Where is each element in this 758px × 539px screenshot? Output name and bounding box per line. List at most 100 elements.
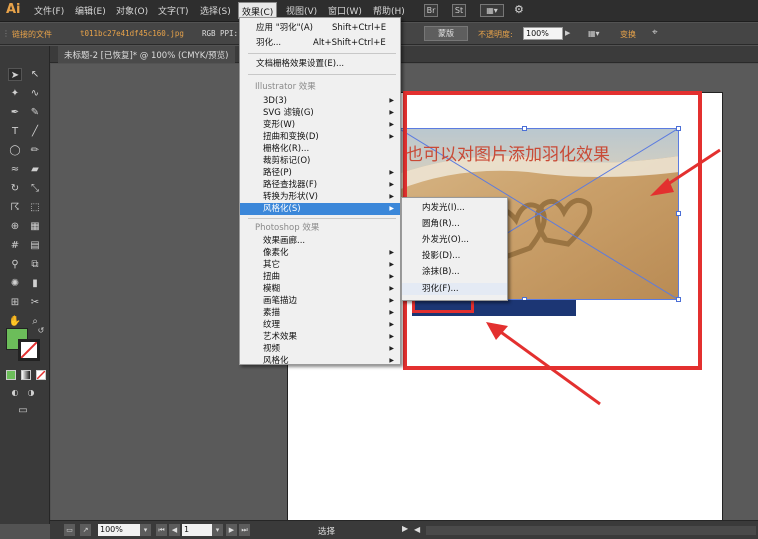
isolate-icon[interactable]: ⌖: [652, 27, 658, 38]
menu-stylize-illustrator[interactable]: 风格化(S) ▶: [240, 203, 400, 215]
zoom-input[interactable]: 100%: [98, 524, 140, 536]
menu-drop-shadow[interactable]: 投影(D)...: [402, 250, 507, 262]
brush-tool-icon[interactable]: ≈: [8, 163, 22, 176]
menu-effect-gallery[interactable]: 效果画廊...: [240, 235, 400, 247]
eraser-icon[interactable]: ▰: [28, 163, 42, 176]
rotate-tool-icon[interactable]: ↻: [8, 182, 22, 195]
eyedropper-icon[interactable]: ⚲: [8, 258, 22, 271]
free-transform-icon[interactable]: ⬚: [28, 201, 42, 214]
artboard-nav-icon[interactable]: ▭: [64, 524, 75, 536]
slice-tool-icon[interactable]: ✂: [28, 296, 42, 309]
menu-distort[interactable]: 扭曲 ▶: [240, 271, 400, 283]
type-tool-icon[interactable]: T: [8, 125, 22, 138]
stock-button[interactable]: St: [452, 4, 466, 17]
menu-scribble[interactable]: 涂抹(B)...: [402, 266, 507, 278]
linked-file-label[interactable]: 链接的文件: [12, 29, 52, 40]
opacity-arrow-icon[interactable]: ▶: [565, 29, 570, 37]
menu-sketch[interactable]: 素描 ▶: [240, 307, 400, 319]
stroke-swatch[interactable]: [18, 339, 40, 361]
color-mode-icon[interactable]: [6, 370, 16, 380]
transform-label[interactable]: 变换: [620, 29, 636, 40]
blend-tool-icon[interactable]: ⧉: [28, 258, 42, 271]
menu-path[interactable]: 路径(P) ▶: [240, 167, 400, 179]
menu-raster-settings[interactable]: 文档栅格效果设置(E)...: [240, 58, 400, 70]
artboard-tool-icon[interactable]: ⊞: [8, 296, 22, 309]
line-tool-icon[interactable]: ╱: [28, 125, 42, 138]
linked-file-name[interactable]: t011bc27e41df45c160.jpg: [80, 29, 184, 38]
menu-convert-to-shape[interactable]: 转换为形状(V) ▶: [240, 191, 400, 203]
last-page-icon[interactable]: ⏭: [239, 524, 250, 536]
menu-stylize-photoshop[interactable]: 风格化 ▶: [240, 355, 400, 367]
direct-selection-icon[interactable]: ↖: [28, 68, 42, 81]
status-arrow-icon[interactable]: ▶: [402, 524, 408, 533]
align-icon[interactable]: ▦▾: [588, 29, 600, 38]
mask-button[interactable]: 蒙版: [424, 26, 468, 41]
graph-tool-icon[interactable]: ▮: [28, 277, 42, 290]
scale-tool-icon[interactable]: ⤡: [28, 182, 42, 195]
warp-tool-icon[interactable]: ☈: [8, 201, 22, 214]
menu-svg-filters[interactable]: SVG 滤镜(G) ▶: [240, 107, 400, 119]
scroll-left-icon[interactable]: ◀: [414, 525, 420, 534]
draw-normal-icon[interactable]: ◐: [8, 386, 22, 399]
mesh-tool-icon[interactable]: #: [8, 239, 22, 252]
horizontal-scrollbar[interactable]: [426, 526, 756, 535]
zoom-dropdown-icon[interactable]: ▾: [140, 524, 151, 536]
menu-texture[interactable]: 纹理 ▶: [240, 319, 400, 331]
none-mode-icon[interactable]: [36, 370, 46, 380]
prev-page-icon[interactable]: ◀: [169, 524, 180, 536]
document-tab[interactable]: 未标题-2 [已恢复]* @ 100% (CMYK/预览): [58, 46, 235, 63]
first-page-icon[interactable]: ⏮: [156, 524, 167, 536]
menu-round-corners[interactable]: 圆角(R)...: [402, 218, 507, 230]
pencil-tool-icon[interactable]: ✏: [28, 144, 42, 157]
opacity-label[interactable]: 不透明度:: [478, 29, 513, 40]
menu-blur[interactable]: 模糊 ▶: [240, 283, 400, 295]
menu-outer-glow[interactable]: 外发光(O)...: [402, 234, 507, 246]
menu-brush-strokes[interactable]: 画笔描边 ▶: [240, 295, 400, 307]
menu-type[interactable]: 文字(T): [158, 4, 189, 17]
menu-inner-glow[interactable]: 内发光(I)...: [402, 202, 507, 214]
ellipse-tool-icon[interactable]: ◯: [8, 144, 22, 157]
swap-fill-stroke-icon[interactable]: ↺: [34, 324, 48, 337]
selection-tool-icon[interactable]: ➤: [8, 68, 22, 81]
magic-wand-icon[interactable]: ✦: [8, 87, 22, 100]
gradient-mode-icon[interactable]: [21, 370, 31, 380]
menu-warp[interactable]: 变形(W) ▶: [240, 119, 400, 131]
menu-edit[interactable]: 编辑(E): [75, 4, 106, 17]
menu-apply-feather[interactable]: 应用 "羽化"(A) Shift+Ctrl+E: [240, 22, 400, 34]
share-icon[interactable]: ↗: [80, 524, 91, 536]
menu-3d[interactable]: 3D(3) ▶: [240, 95, 400, 107]
menu-help[interactable]: 帮助(H): [373, 4, 405, 17]
screen-mode-icon[interactable]: ▭: [16, 404, 30, 417]
menu-pixelate[interactable]: 像素化 ▶: [240, 247, 400, 259]
page-dropdown-icon[interactable]: ▾: [212, 524, 223, 536]
perspective-grid-icon[interactable]: ▦: [28, 220, 42, 233]
arrange-documents-icon[interactable]: ▦▾: [480, 4, 504, 17]
next-page-icon[interactable]: ▶: [226, 524, 237, 536]
menu-feather[interactable]: 羽化... Alt+Shift+Ctrl+E: [240, 37, 400, 49]
page-input[interactable]: 1: [182, 524, 212, 536]
bridge-button[interactable]: Br: [424, 4, 438, 17]
draw-behind-icon[interactable]: ◑: [24, 386, 38, 399]
menu-artistic[interactable]: 艺术效果 ▶: [240, 331, 400, 343]
hand-tool-icon[interactable]: ✋: [8, 315, 22, 328]
symbol-sprayer-icon[interactable]: ✺: [8, 277, 22, 290]
menu-view[interactable]: 视图(V): [286, 4, 317, 17]
menu-distort-transform[interactable]: 扭曲和变换(D) ▶: [240, 131, 400, 143]
menu-select[interactable]: 选择(S): [200, 4, 231, 17]
menu-rasterize[interactable]: 栅格化(R)...: [240, 143, 400, 155]
menu-other[interactable]: 其它 ▶: [240, 259, 400, 271]
gradient-tool-icon[interactable]: ▤: [28, 239, 42, 252]
menu-object[interactable]: 对象(O): [116, 4, 148, 17]
menu-video[interactable]: 视频 ▶: [240, 343, 400, 355]
menu-pathfinder[interactable]: 路径查找器(F) ▶: [240, 179, 400, 191]
menu-window[interactable]: 窗口(W): [328, 4, 362, 17]
menu-crop-marks[interactable]: 裁剪标记(O): [240, 155, 400, 167]
pen-tool-icon[interactable]: ✒: [8, 106, 22, 119]
opacity-input[interactable]: 100%: [523, 27, 563, 40]
menu-feather-stylize[interactable]: 羽化(F)...: [402, 283, 507, 295]
lasso-icon[interactable]: ∿: [28, 87, 42, 100]
curvature-icon[interactable]: ✎: [28, 106, 42, 119]
shape-builder-icon[interactable]: ⊕: [8, 220, 22, 233]
menu-file[interactable]: 文件(F): [34, 4, 64, 17]
gpu-performance-icon[interactable]: ⚙: [514, 3, 524, 16]
